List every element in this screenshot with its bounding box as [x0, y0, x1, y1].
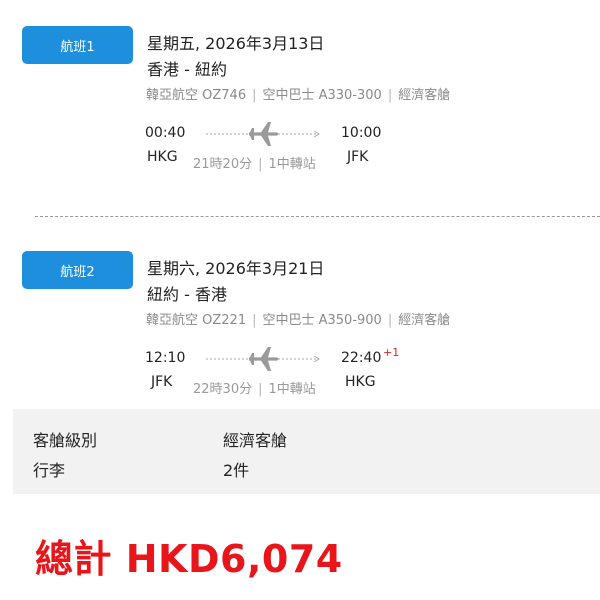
flight-1-duration-stops: 21時20分 | 1中轉站 — [193, 153, 316, 172]
cabin-class-label: 客艙級別 — [33, 431, 98, 450]
flight-1-path — [206, 120, 324, 150]
cabin-class-value: 經濟客艙 — [223, 431, 288, 450]
flight-2-airline: 韓亞航空 OZ221 — [146, 313, 247, 328]
total-price: 總計 HKD6,074 — [35, 537, 343, 581]
flight-1-arrive-time: 10:00 — [341, 125, 382, 141]
flight-2-date: 星期六, 2026年3月21日 — [147, 259, 325, 278]
flight-2-badge[interactable]: 航班2 — [22, 251, 133, 289]
summary-panel — [13, 409, 600, 494]
flight-divider — [35, 216, 600, 217]
separator: | — [387, 313, 393, 328]
flight-1-route: 香港 - 紐約 — [147, 60, 227, 79]
flight-1-depart-code: HKG — [147, 149, 178, 165]
flight-2-depart-time: 12:10 — [145, 350, 186, 366]
plane-icon — [249, 122, 279, 146]
flight-1-airline: 韓亞航空 OZ746 — [146, 88, 247, 103]
flight-1-aircraft: 空中巴士 A330-300 — [262, 88, 382, 103]
flight-1-duration: 21時20分 — [193, 157, 253, 172]
flight-1-date: 星期五, 2026年3月13日 — [147, 34, 325, 53]
baggage-value: 2件 — [223, 461, 250, 480]
flight-2-arrive-code: HKG — [345, 374, 376, 390]
separator: | — [387, 88, 393, 103]
separator: | — [252, 313, 257, 328]
flight-1-details: 韓亞航空 OZ746 | 空中巴士 A330-300 | 經濟客艙 — [146, 84, 450, 103]
flight-2-aircraft: 空中巴士 A350-900 — [262, 313, 382, 328]
flight-2-arrive-time: 22:40 — [341, 350, 382, 366]
separator: | — [258, 157, 263, 172]
flight-2-details: 韓亞航空 OZ221 | 空中巴士 A350-900 | 經濟客艙 — [146, 309, 450, 328]
plane-path-graphic — [206, 122, 320, 146]
plane-path-graphic — [206, 347, 320, 371]
flight-2-stops: 1中轉站 — [268, 382, 316, 397]
separator: | — [258, 382, 263, 397]
flight-1-cabin: 經濟客艙 — [398, 88, 451, 103]
plane-icon — [249, 347, 279, 371]
flight-2-day-offset: +1 — [383, 346, 400, 359]
flight-2-duration-stops: 22時30分 | 1中轉站 — [193, 378, 316, 397]
flight-2-route: 紐約 - 香港 — [147, 285, 227, 304]
flight-2-duration: 22時30分 — [193, 382, 253, 397]
flight-2-depart-code: JFK — [151, 374, 173, 390]
flight-2-path — [206, 345, 324, 375]
flight-1-depart-time: 00:40 — [145, 125, 186, 141]
separator: | — [252, 88, 257, 103]
baggage-label: 行李 — [33, 461, 66, 480]
flight-1-badge[interactable]: 航班1 — [22, 26, 133, 64]
flight-1-stops: 1中轉站 — [268, 157, 316, 172]
flight-2-cabin: 經濟客艙 — [398, 313, 451, 328]
flight-1-arrive-code: JFK — [347, 149, 369, 165]
